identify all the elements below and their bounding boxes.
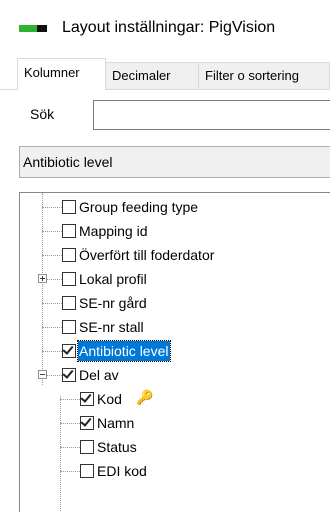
tree-row[interactable]: Group feeding type xyxy=(20,195,330,219)
tree-item-label[interactable]: Mapping id xyxy=(78,221,149,241)
tree-row[interactable]: Status xyxy=(20,435,330,459)
tree-item-label[interactable]: Överfört till foderdator xyxy=(78,245,215,265)
tab-kolumner[interactable]: Kolumner xyxy=(17,58,106,90)
tab-strip: Kolumner Decimaler Filter o sortering xyxy=(0,58,330,90)
selected-field-display: Antibiotic level xyxy=(19,146,330,178)
checkbox[interactable] xyxy=(62,343,76,358)
tree-row[interactable]: Lokal profil xyxy=(20,267,330,291)
tree-item-label[interactable]: Lokal profil xyxy=(78,269,148,289)
key-icon: 🔑 xyxy=(136,389,154,405)
checkbox[interactable] xyxy=(80,391,94,406)
tab-decimaler[interactable]: Decimaler xyxy=(105,62,199,89)
app-icon xyxy=(19,25,47,32)
tree-connector xyxy=(60,423,80,424)
tree-row[interactable]: SE-nr stall xyxy=(20,315,330,339)
tree-item-label[interactable]: Status xyxy=(96,437,138,457)
search-input[interactable] xyxy=(93,100,330,130)
column-tree[interactable]: Group feeding type Mapping id Överfört til… xyxy=(19,192,330,512)
tree-item-label[interactable]: Del av xyxy=(78,365,120,385)
tree-connector xyxy=(42,255,62,256)
tree-item-label[interactable]: SE-nr gård xyxy=(78,293,148,313)
search-label: Sök xyxy=(30,106,55,122)
checkmark-icon xyxy=(80,391,92,403)
checkbox[interactable] xyxy=(62,272,76,286)
tree-connector xyxy=(42,207,62,208)
checkbox[interactable] xyxy=(80,415,94,430)
tree-item-label[interactable]: Group feeding type xyxy=(78,197,199,217)
tree-row[interactable]: Namn xyxy=(20,411,330,435)
checkmark-icon xyxy=(62,367,74,379)
tree-row[interactable]: Mapping id xyxy=(20,219,330,243)
tree-row[interactable]: Överfört till foderdator xyxy=(20,243,330,267)
collapse-minus-icon[interactable] xyxy=(38,370,47,379)
tree-row[interactable]: EDI kod xyxy=(20,459,330,483)
checkbox[interactable] xyxy=(62,224,76,238)
tree-connector xyxy=(60,399,80,400)
tree-item-label[interactable]: Antibiotic level xyxy=(77,340,171,362)
tree-connector xyxy=(42,351,62,352)
tree-connector xyxy=(60,447,80,448)
checkbox[interactable] xyxy=(62,248,76,262)
checkbox[interactable] xyxy=(80,464,94,478)
tree-row[interactable]: Antibiotic level xyxy=(20,339,330,363)
checkmark-icon xyxy=(62,343,74,355)
tab-panel-kolumner: Sök Antibiotic level Group feeding type M… xyxy=(0,90,330,512)
expand-plus-icon[interactable] xyxy=(38,274,47,283)
tree-item-label[interactable]: EDI kod xyxy=(96,461,148,481)
tree-row[interactable]: Kod 🔑 xyxy=(20,387,330,411)
checkbox[interactable] xyxy=(62,200,76,214)
title-bar: Layout inställningar: PigVision xyxy=(0,0,330,58)
checkbox[interactable] xyxy=(62,367,76,382)
checkbox[interactable] xyxy=(80,440,94,454)
tree-connector xyxy=(42,327,62,328)
tree-item-label[interactable]: Kod xyxy=(96,389,123,409)
tree-item-label[interactable]: SE-nr stall xyxy=(78,317,145,337)
checkbox[interactable] xyxy=(62,296,76,310)
tree-row[interactable]: Del av xyxy=(20,363,330,387)
tree-row[interactable]: SE-nr gård xyxy=(20,291,330,315)
checkmark-icon xyxy=(80,415,92,427)
checkbox[interactable] xyxy=(62,320,76,334)
tree-connector xyxy=(42,303,62,304)
tree-item-label[interactable]: Namn xyxy=(96,413,135,433)
tree-connector xyxy=(42,231,62,232)
window-title: Layout inställningar: PigVision xyxy=(62,19,276,36)
tab-filter-o-sortering[interactable]: Filter o sortering xyxy=(198,62,330,89)
tree-connector xyxy=(60,471,80,472)
